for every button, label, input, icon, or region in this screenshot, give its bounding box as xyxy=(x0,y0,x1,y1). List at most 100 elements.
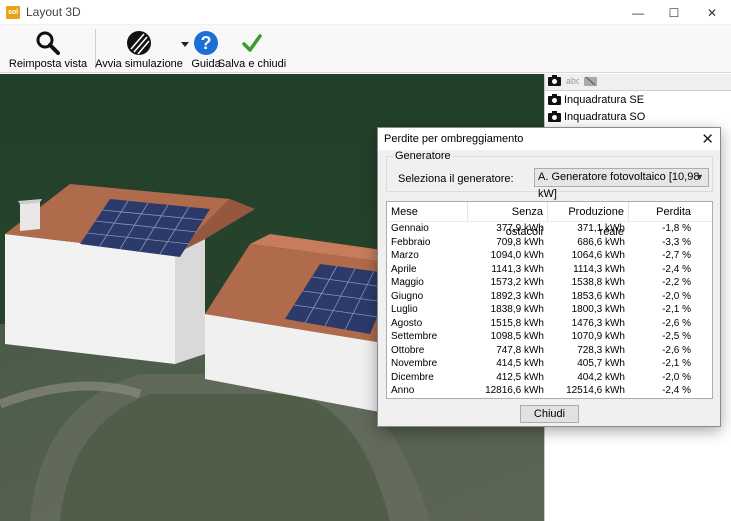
camera-icon[interactable] xyxy=(548,75,561,89)
table-cell: -2,0 % xyxy=(662,290,691,302)
column-header[interactable]: Senza ostacoli xyxy=(468,202,548,238)
table-cell: -2,6 % xyxy=(662,344,691,356)
table-cell: 12816,6 kWh xyxy=(485,385,544,396)
start-simulation-button[interactable]: Avvia simulazione xyxy=(95,28,183,71)
table-cell: 405,7 kWh xyxy=(577,358,625,369)
app-logo-icon: sol xyxy=(6,6,20,19)
table-cell: 1800,3 kWh xyxy=(571,304,625,315)
camera-item[interactable]: Inquadratura SE xyxy=(545,91,731,108)
table-cell: Marzo xyxy=(391,250,419,261)
table-cell: 1064,6 kWh xyxy=(571,250,625,261)
table-cell: Giugno xyxy=(391,290,424,302)
column-header[interactable]: Produzione reale xyxy=(548,202,629,238)
table-cell: -2,6 % xyxy=(662,317,691,329)
table-row[interactable]: Aprile 1141,3 kWh 1114,3 kWh -2,4 % xyxy=(387,263,712,277)
table-row[interactable]: Agosto 1515,8 kWh 1476,3 kWh -2,6 % xyxy=(387,317,712,331)
table-cell: 1538,8 kWh xyxy=(571,277,625,288)
table-cell: -2,1 % xyxy=(662,358,691,369)
shading-losses-dialog: Perdite per ombreggiamento ✕ Generatore … xyxy=(377,127,721,427)
toolbar: Reimposta vista Avvia simulazione ? Guid… xyxy=(0,25,731,73)
table-row[interactable]: Giugno 1892,3 kWh 1853,6 kWh -2,0 % xyxy=(387,290,712,304)
table-row[interactable]: Maggio 1573,2 kWh 1538,8 kWh -2,2 % xyxy=(387,276,712,290)
table-cell: 1515,8 kWh xyxy=(490,317,544,329)
column-header[interactable]: Mese xyxy=(387,202,468,221)
table-row[interactable]: Luglio 1838,9 kWh 1800,3 kWh -2,1 % xyxy=(387,303,712,317)
table-cell: -2,1 % xyxy=(662,304,691,315)
generator-group-label: Generatore xyxy=(393,150,453,162)
table-cell: Novembre xyxy=(391,358,438,369)
table-cell: -2,5 % xyxy=(662,331,691,342)
table-cell: 1098,5 kWh xyxy=(490,331,544,342)
title-bar: sol Layout 3D — ☐ ✕ xyxy=(0,0,731,25)
table-cell: 1838,9 kWh xyxy=(490,304,544,315)
camera-icon xyxy=(548,111,561,122)
table-header: Mese Senza ostacoli Produzione reale Per… xyxy=(387,202,712,238)
reset-view-button[interactable]: Reimposta vista xyxy=(8,28,88,71)
table-cell: -1,8 % xyxy=(662,223,691,234)
rename-camera-icon[interactable]: abc xyxy=(566,75,581,89)
reset-view-label: Reimposta vista xyxy=(8,58,88,70)
chevron-down-icon xyxy=(181,42,189,47)
generator-select-value: A. Generatore fotovoltaico [10,98 kW] xyxy=(538,171,700,200)
table-cell: 371,1 kWh xyxy=(577,223,625,234)
minimize-button[interactable]: — xyxy=(620,0,656,25)
generator-group: Generatore Seleziona il generatore: A. G… xyxy=(386,150,713,200)
help-icon: ? xyxy=(193,28,219,58)
table-cell: 686,6 kWh xyxy=(577,236,625,248)
table-row[interactable]: Ottobre 747,8 kWh 728,3 kWh -2,6 % xyxy=(387,344,712,358)
camera-icon xyxy=(548,94,561,105)
table-cell: 377,9 kWh xyxy=(496,223,544,234)
generator-select[interactable]: A. Generatore fotovoltaico [10,98 kW] ▼ xyxy=(534,168,709,200)
table-cell: -3,3 % xyxy=(662,236,691,248)
table-cell: Ottobre xyxy=(391,344,425,356)
checkmark-icon xyxy=(241,28,263,58)
table-cell: -2,4 % xyxy=(662,263,691,275)
dialog-close-icon[interactable]: ✕ xyxy=(701,130,714,148)
save-close-button[interactable]: Salva e chiudi xyxy=(218,28,286,71)
table-row[interactable]: Settembre 1098,5 kWh 1070,9 kWh -2,5 % xyxy=(387,330,712,344)
table-cell: Anno xyxy=(391,385,415,396)
window-title: Layout 3D xyxy=(26,5,81,19)
save-close-label: Salva e chiudi xyxy=(217,58,287,70)
table-row[interactable]: Marzo 1094,0 kWh 1064,6 kWh -2,7 % xyxy=(387,249,712,263)
sun-shade-icon xyxy=(125,28,153,58)
guide-label: Guida xyxy=(191,58,221,70)
table-body: Gennaio 377,9 kWh 371,1 kWh -1,8 % Febbraio 7… xyxy=(387,222,712,398)
table-cell: 1476,3 kWh xyxy=(571,317,625,329)
table-cell: -2,2 % xyxy=(662,277,691,288)
table-cell: 1114,3 kWh xyxy=(573,263,625,275)
table-cell: 1094,0 kWh xyxy=(490,250,544,261)
camera-item[interactable]: Inquadratura SO xyxy=(545,108,731,125)
camera-item-label: Inquadratura SO xyxy=(564,110,646,123)
table-row[interactable]: Gennaio 377,9 kWh 371,1 kWh -1,8 % xyxy=(387,222,712,236)
camera-tools: abc xyxy=(545,74,731,91)
table-cell: Febbraio xyxy=(391,236,431,248)
table-row[interactable]: Febbraio 709,8 kWh 686,6 kWh -3,3 % xyxy=(387,236,712,250)
table-cell: 747,8 kWh xyxy=(496,344,544,356)
chevron-down-icon: ▼ xyxy=(695,172,704,182)
table-cell: Settembre xyxy=(391,331,438,342)
table-cell: -2,0 % xyxy=(662,371,691,383)
table-cell: 1853,6 kWh xyxy=(571,290,625,302)
select-generator-label: Seleziona il generatore: xyxy=(398,173,514,185)
losses-table: Mese Senza ostacoli Produzione reale Per… xyxy=(386,201,713,399)
guide-button[interactable]: ? Guida xyxy=(191,28,221,71)
svg-text:?: ? xyxy=(201,33,212,53)
table-row[interactable]: Novembre 414,5 kWh 405,7 kWh -2,1 % xyxy=(387,357,712,371)
table-cell: Agosto xyxy=(391,317,423,329)
column-header[interactable]: Perdita xyxy=(629,202,695,221)
table-cell: 404,2 kWh xyxy=(577,371,625,383)
table-cell: 414,5 kWh xyxy=(496,358,544,369)
dialog-title: Perdite per ombreggiamento xyxy=(378,128,720,150)
table-row[interactable]: Dicembre 412,5 kWh 404,2 kWh -2,0 % xyxy=(387,371,712,385)
table-cell: 728,3 kWh xyxy=(577,344,625,356)
table-cell: -2,4 % xyxy=(662,385,691,396)
maximize-button[interactable]: ☐ xyxy=(656,0,692,25)
close-window-button[interactable]: ✕ xyxy=(694,0,730,25)
table-cell: 1892,3 kWh xyxy=(490,290,544,302)
table-cell: Gennaio xyxy=(391,223,429,234)
table-cell: Aprile xyxy=(391,263,417,275)
close-dialog-button[interactable]: Chiudi xyxy=(520,405,579,423)
delete-camera-icon[interactable] xyxy=(584,75,597,89)
table-row[interactable]: Anno 12816,6 kWh 12514,6 kWh -2,4 % xyxy=(387,384,712,398)
